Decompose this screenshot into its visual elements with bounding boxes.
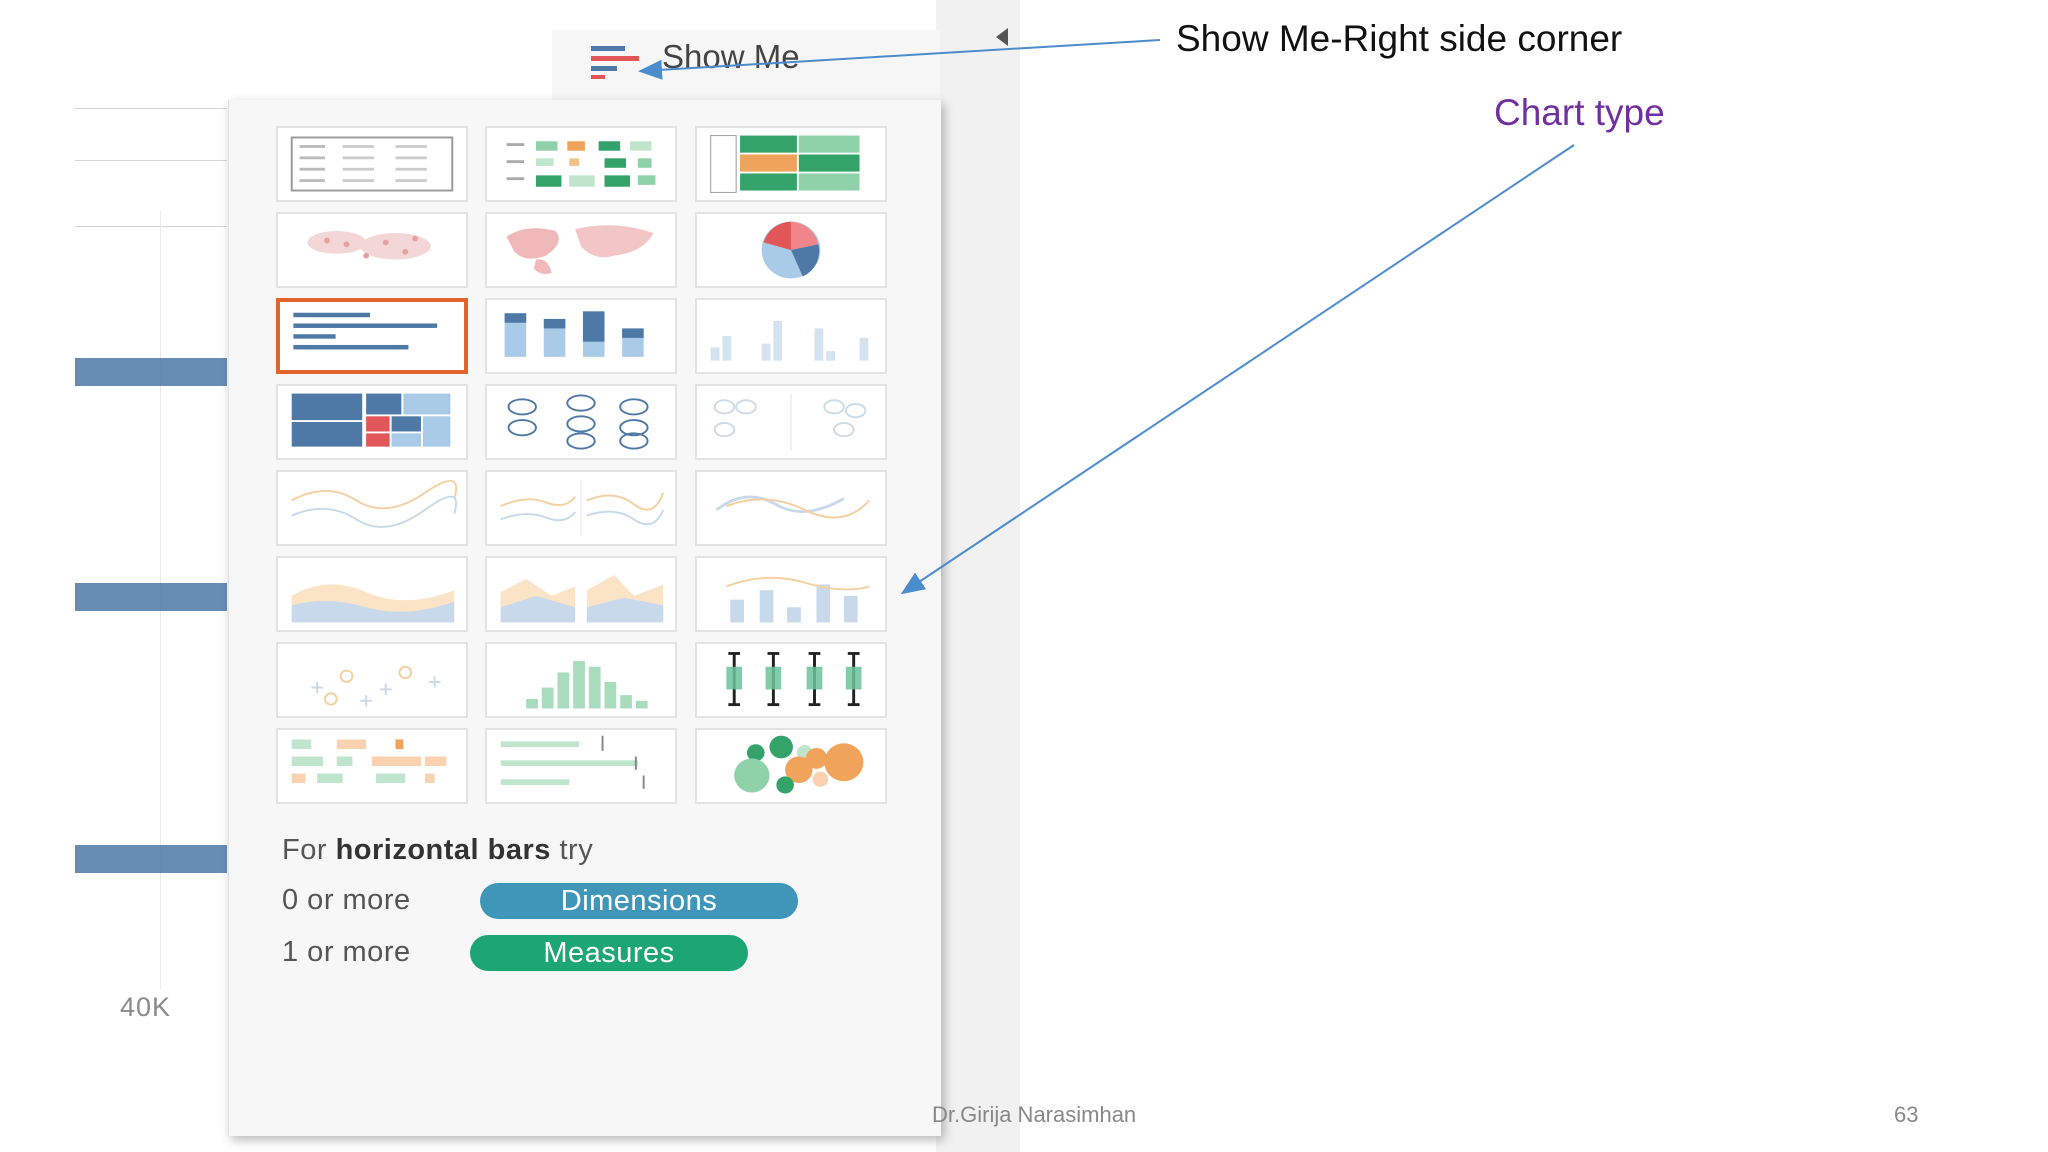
text-table-icon [290, 136, 454, 192]
side-by-side-circles-icon [713, 393, 867, 451]
chart-type-highlight-table[interactable] [695, 126, 887, 202]
chart-type-continuous-lines[interactable] [276, 470, 468, 546]
symbol-map-icon [307, 231, 431, 260]
area-discrete-icon [500, 575, 664, 623]
chart-type-gantt-chart[interactable] [276, 728, 468, 804]
box-and-whisker-icon [726, 652, 862, 707]
workspace-side-strip [936, 0, 1020, 1152]
workspace-divider [75, 160, 227, 161]
measures-requirement-label: 1 or more [282, 936, 411, 968]
scatter-plot-icon [311, 665, 441, 707]
side-by-side-bars-icon [710, 320, 869, 361]
axis-tick-label: 40K [120, 992, 172, 1022]
dimensions-requirement-label: 0 or more [282, 884, 411, 916]
footer-page-number: 63 [1894, 1102, 1919, 1127]
chart-type-circle-views[interactable] [485, 384, 677, 460]
worksheet-bar [75, 358, 227, 386]
filled-map-icon [506, 225, 654, 274]
discrete-lines-icon [500, 479, 665, 537]
chart-type-discrete-lines[interactable] [485, 470, 677, 546]
chart-type-stacked-bars[interactable] [485, 298, 677, 374]
horizontal-bars-icon [293, 312, 438, 350]
heat-map-icon [506, 141, 656, 187]
chart-type-filled-map[interactable] [485, 212, 677, 288]
circle-views-icon [507, 394, 649, 450]
chart-type-horizontal-bars[interactable] [276, 298, 468, 374]
chart-type-area-continuous[interactable] [276, 556, 468, 632]
chart-type-pie-chart[interactable] [695, 212, 887, 288]
chart-type-heat-map[interactable] [485, 126, 677, 202]
chart-type-symbol-map[interactable] [276, 212, 468, 288]
chart-type-packed-bubbles[interactable] [695, 728, 887, 804]
chart-type-area-discrete[interactable] [485, 556, 677, 632]
highlight-table-icon [710, 135, 860, 193]
worksheet-bar [75, 583, 227, 611]
chart-hint: For horizontal bars try [282, 834, 594, 866]
bullet-graph-icon [500, 735, 645, 789]
chart-type-treemap[interactable] [276, 384, 468, 460]
chart-type-side-by-side-bars[interactable] [695, 298, 887, 374]
gantt-chart-icon [291, 739, 447, 784]
dimensions-pill: Dimensions [480, 883, 798, 919]
dual-combination-icon [726, 576, 870, 623]
show-me-label[interactable]: Show Me [662, 38, 800, 76]
chart-type-side-by-side-circles[interactable] [695, 384, 887, 460]
chart-type-box-and-whisker[interactable] [695, 642, 887, 718]
stacked-bars-icon [504, 311, 644, 357]
measures-pill: Measures [470, 935, 748, 971]
chart-type-bullet-graph[interactable] [485, 728, 677, 804]
annotation-show-me-location: Show Me-Right side corner [1176, 18, 1623, 59]
continuous-lines-icon [291, 480, 458, 528]
pie-chart-icon [761, 221, 821, 279]
collapse-panel-icon[interactable] [996, 28, 1008, 46]
footer-author: Dr.Girija Narasimhan [932, 1102, 1137, 1127]
area-continuous-icon [291, 584, 455, 623]
treemap-icon [291, 393, 451, 447]
worksheet-bar [75, 845, 227, 873]
histogram-icon [526, 661, 648, 709]
chart-type-scatter-plot[interactable] [276, 642, 468, 718]
packed-bubbles-icon [734, 735, 864, 794]
dual-lines-icon [715, 495, 871, 519]
workspace-divider [75, 226, 227, 227]
chart-type-dual-combination[interactable] [695, 556, 887, 632]
chart-type-text-table[interactable] [276, 126, 468, 202]
show-me-bars-icon[interactable] [591, 44, 643, 80]
chart-type-histogram[interactable] [485, 642, 677, 718]
annotation-chart-type: Chart type [1494, 92, 1665, 133]
chart-type-dual-lines[interactable] [695, 470, 887, 546]
chart-hint-type: horizontal bars [335, 834, 551, 866]
workspace-divider [75, 108, 227, 109]
